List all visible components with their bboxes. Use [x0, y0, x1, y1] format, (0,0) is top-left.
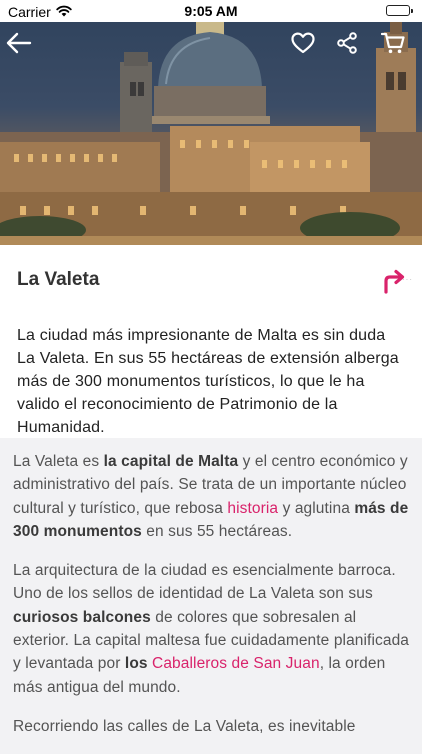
text-span: La arquitectura de la ciudad es esencial…	[13, 562, 396, 603]
cart-button[interactable]	[381, 32, 415, 66]
text-span: en sus 55 hectáreas.	[141, 522, 293, 540]
bold-text: curiosos balcones	[13, 608, 151, 626]
intro-text: La ciudad más impresionante de Malta es …	[17, 327, 399, 436]
back-button[interactable]	[6, 32, 40, 66]
clock: 9:05 AM	[184, 3, 238, 19]
bold-text: la capital de Malta	[103, 453, 239, 470]
intro-section: La ciudad más impresionante de Malta es …	[0, 315, 422, 438]
article-paragraph: La Valeta es la capital de Malta y el ce…	[13, 450, 411, 543]
more-options-indicator[interactable]: ···	[402, 275, 413, 284]
text-span: La Valeta es	[13, 453, 104, 470]
bold-text: los	[124, 655, 148, 673]
text-span: Recorriendo las calles de La Valeta, es …	[13, 717, 356, 735]
turn-right-arrow-icon	[380, 269, 408, 299]
share-button[interactable]	[336, 32, 370, 66]
favorite-button[interactable]	[291, 32, 325, 66]
caballeros-san-juan-link[interactable]: Caballeros de San Juan	[152, 655, 320, 672]
text-span: y aglutina	[278, 499, 355, 517]
article-paragraph: La arquitectura de la ciudad es esencial…	[13, 559, 411, 699]
battery-icon	[386, 5, 413, 16]
status-bar: Carrier 9:05 AM	[0, 0, 422, 22]
historia-link[interactable]: historia	[227, 500, 278, 517]
page-title: La Valeta	[17, 269, 100, 290]
place-header: La Valeta ···	[0, 245, 422, 315]
article-body: La Valeta es la capital de Malta y el ce…	[13, 450, 411, 754]
article-paragraph: Recorriendo las calles de La Valeta, es …	[13, 715, 411, 738]
hero-image	[0, 22, 422, 245]
